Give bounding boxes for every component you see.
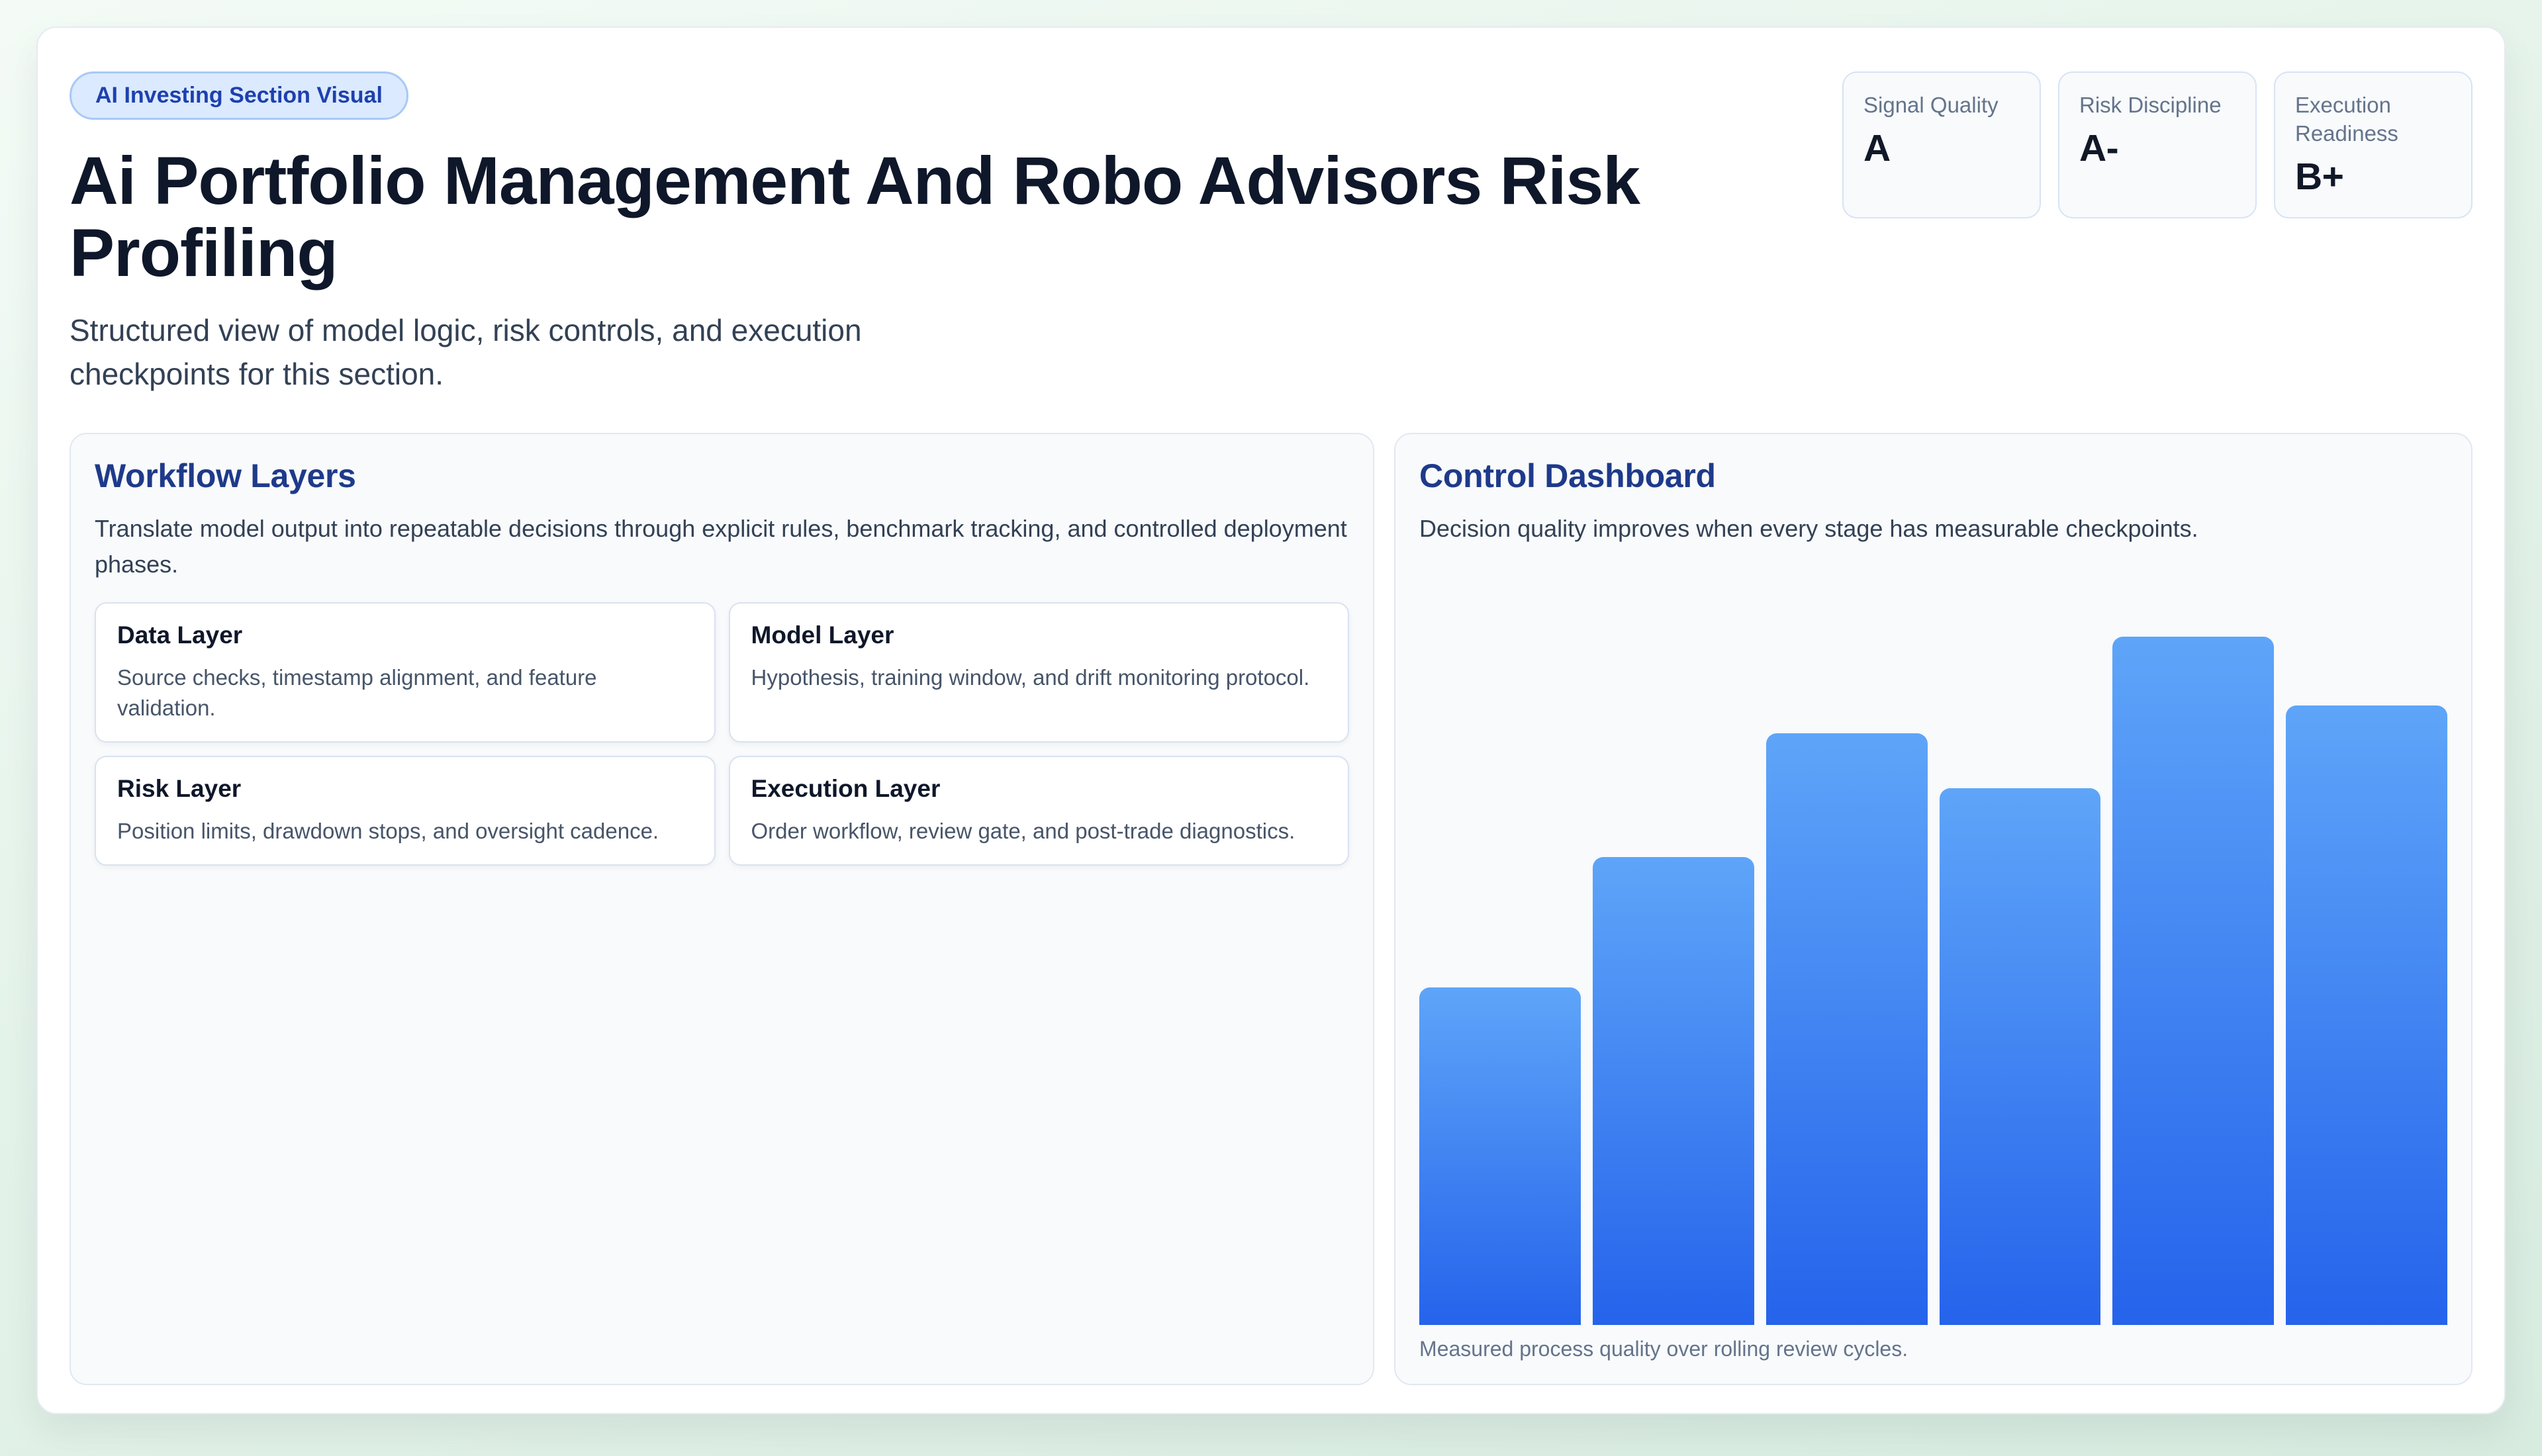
stat-card-execution-readiness: Execution Readiness B+ (2274, 71, 2472, 218)
layer-description: Hypothesis, training window, and drift m… (751, 664, 1310, 690)
chart-caption: Measured process quality over rolling re… (1419, 1337, 1908, 1361)
chart-bar (2286, 705, 2447, 1325)
main-card: AI Investing Section Visual Ai Portfolio… (36, 26, 2506, 1414)
chart-bar (1419, 987, 1581, 1325)
stat-card-row: Signal Quality A Risk Discipline A- Exec… (1842, 71, 2472, 218)
workflow-layers-panel: Workflow Layers Translate model output i… (70, 432, 1375, 1385)
layer-card-risk: Risk Layer Position limits, drawdown sto… (95, 756, 716, 866)
page-subtitle: Structured view of model logic, risk con… (70, 313, 862, 391)
layer-title: Risk Layer (117, 775, 242, 803)
content-panels: Workflow Layers Translate model output i… (70, 432, 2472, 1385)
chart-bar (1765, 733, 1928, 1325)
stat-value: A- (2079, 126, 2119, 169)
dashboard-panel-title: Control Dashboard (1419, 457, 1716, 494)
layer-description: Position limits, drawdown stops, and ove… (117, 819, 659, 844)
section-badge: AI Investing Section Visual (70, 71, 408, 120)
chart-bar (1592, 856, 1754, 1325)
chart-bar (1939, 788, 2101, 1325)
layer-description: Order workflow, review gate, and post-tr… (751, 819, 1295, 844)
layer-card-model: Model Layer Hypothesis, training window,… (728, 602, 1350, 743)
layer-title: Model Layer (751, 621, 894, 649)
layer-title: Execution Layer (751, 775, 941, 803)
layer-card-grid: Data Layer Source checks, timestamp alig… (95, 602, 1350, 866)
workflow-panel-description: Translate model output into repeatable d… (95, 514, 1347, 578)
dashboard-panel-description: Decision quality improves when every sta… (1419, 514, 2198, 542)
layer-description: Source checks, timestamp alignment, and … (117, 664, 597, 721)
stat-card-signal-quality: Signal Quality A (1842, 71, 2041, 218)
chart-bar (2112, 637, 2275, 1325)
stat-value: A (1863, 126, 1891, 169)
stat-label: Risk Discipline (2079, 93, 2222, 117)
layer-title: Data Layer (117, 621, 243, 649)
control-dashboard-panel: Control Dashboard Decision quality impro… (1394, 432, 2472, 1385)
header-text-block: AI Investing Section Visual Ai Portfolio… (70, 71, 1816, 396)
process-quality-bar-chart (1419, 637, 2447, 1325)
stat-card-risk-discipline: Risk Discipline A- (2058, 71, 2257, 218)
stat-label: Execution Readiness (2295, 93, 2398, 146)
layer-card-data: Data Layer Source checks, timestamp alig… (95, 602, 716, 743)
workflow-panel-title: Workflow Layers (95, 457, 356, 494)
page-header: AI Investing Section Visual Ai Portfolio… (70, 71, 2472, 396)
page-title: Ai Portfolio Management And Robo Advisor… (70, 143, 1640, 291)
stat-label: Signal Quality (1863, 93, 1999, 117)
stat-value: B+ (2295, 155, 2344, 198)
layer-card-execution: Execution Layer Order workflow, review g… (728, 756, 1350, 866)
